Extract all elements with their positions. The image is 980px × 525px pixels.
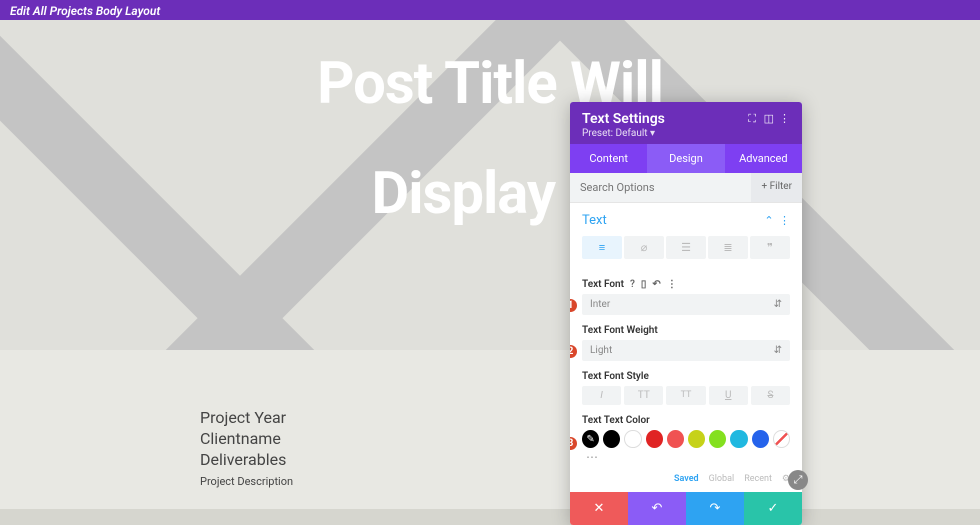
colortab-global[interactable]: Global [709,474,735,484]
weight-label: Text Font Weight [582,325,790,336]
section-name: Text [582,213,607,228]
panel-title: Text Settings [582,111,790,127]
tab-content[interactable]: Content [570,144,647,173]
chevron-updown-icon: ⇵ [774,299,782,310]
filter-button[interactable]: + Filter [751,173,802,202]
uppercase-button[interactable]: TT [624,386,663,405]
swatch-orange[interactable] [667,430,684,448]
annotation-3: 3 [570,435,579,452]
more-icon[interactable]: ⋮ [667,279,677,290]
swatch-blue[interactable] [752,430,769,448]
color-tabs: Saved Global Recent ⚙ [570,474,802,492]
section-header[interactable]: Text ⌃ ⋮ [582,213,790,228]
underline-button[interactable]: U [709,386,748,405]
text-settings-panel: Text Settings Preset: Default ▾ ⛶ ◫ ⋮ Co… [570,102,802,525]
tab-design[interactable]: Design [647,144,724,173]
font-select[interactable]: Inter⇵ [582,294,790,315]
italic-button[interactable]: I [582,386,621,405]
tab-advanced[interactable]: Advanced [725,144,802,173]
expand-icon[interactable]: ⛶ [748,112,756,126]
preset-selector[interactable]: Preset: Default ▾ [582,128,790,139]
strike-button[interactable]: S [751,386,790,405]
link-icon[interactable]: ⌀ [624,236,664,259]
canvas: Post Title Will Display H Project Year C… [0,20,980,509]
quote-icon[interactable]: ❞ [750,236,790,259]
color-label: Text Text Color [582,415,790,426]
project-details: Project Year Clientname Deliverables Pro… [200,408,293,488]
resize-handle-icon[interactable]: ⤢ [788,470,808,490]
post-title-line1: Post Title Will [0,50,980,118]
annotation-1: 1 [570,297,579,314]
help-icon[interactable]: ? [630,279,635,290]
columns-icon[interactable]: ◫ [764,112,774,125]
project-description: Project Description [200,475,293,488]
eyedropper-icon[interactable]: ✎ [582,430,599,448]
align-left-icon[interactable]: ≡ [582,236,622,259]
swatch-white[interactable] [624,430,641,448]
top-bar: Edit All Projects Body Layout [0,0,980,20]
colortab-recent[interactable]: Recent [744,474,772,484]
more-colors[interactable]: ⋯ [582,450,790,464]
color-swatches: ✎ [582,430,790,448]
list-ol-icon[interactable]: ≣ [708,236,748,259]
list-ul-icon[interactable]: ☰ [666,236,706,259]
style-buttons: I TT TT U S [582,386,790,405]
search-row: + Filter [570,173,802,203]
more-icon[interactable]: ⋮ [779,112,790,125]
panel-tabs: Content Design Advanced [570,144,802,173]
search-input[interactable] [570,173,751,202]
section-controls[interactable]: ⌃ ⋮ [764,214,790,227]
weight-field: 2 Text Font Weight Light⇵ [570,325,802,371]
hero-section: Post Title Will Display H [0,20,980,350]
swatch-cyan[interactable] [730,430,747,448]
colortab-saved[interactable]: Saved [674,474,699,484]
swatch-yellow[interactable] [688,430,705,448]
font-label: Text Font ? ▯ ↶ ⋮ [582,279,790,290]
text-type-row: ≡ ⌀ ☰ ≣ ❞ [582,236,790,259]
project-year: Project Year [200,408,293,427]
swatch-black[interactable] [603,430,620,448]
device-icon[interactable]: ▯ [641,279,647,290]
style-label: Text Font Style [582,371,790,382]
smallcaps-button[interactable]: TT [666,386,705,405]
top-bar-title: Edit All Projects Body Layout [10,4,160,18]
chevron-updown-icon: ⇵ [774,345,782,356]
text-section: Text ⌃ ⋮ ≡ ⌀ ☰ ≣ ❞ [570,203,802,279]
post-title-line2: Display H [0,160,980,228]
swatch-none[interactable] [773,430,790,448]
annotation-2: 2 [570,343,579,360]
style-field: Text Font Style I TT TT U S [570,371,802,415]
color-field: 3 Text Text Color ✎ ⋯ [570,415,802,474]
swatch-red[interactable] [646,430,663,448]
weight-select[interactable]: Light⇵ [582,340,790,361]
font-field: 1 Text Font ? ▯ ↶ ⋮ Inter⇵ [570,279,802,325]
swatch-green[interactable] [709,430,726,448]
deliverables: Deliverables [200,450,293,469]
panel-header: Text Settings Preset: Default ▾ ⛶ ◫ ⋮ [570,102,802,144]
client-name: Clientname [200,429,293,448]
reset-icon[interactable]: ↶ [652,279,660,290]
